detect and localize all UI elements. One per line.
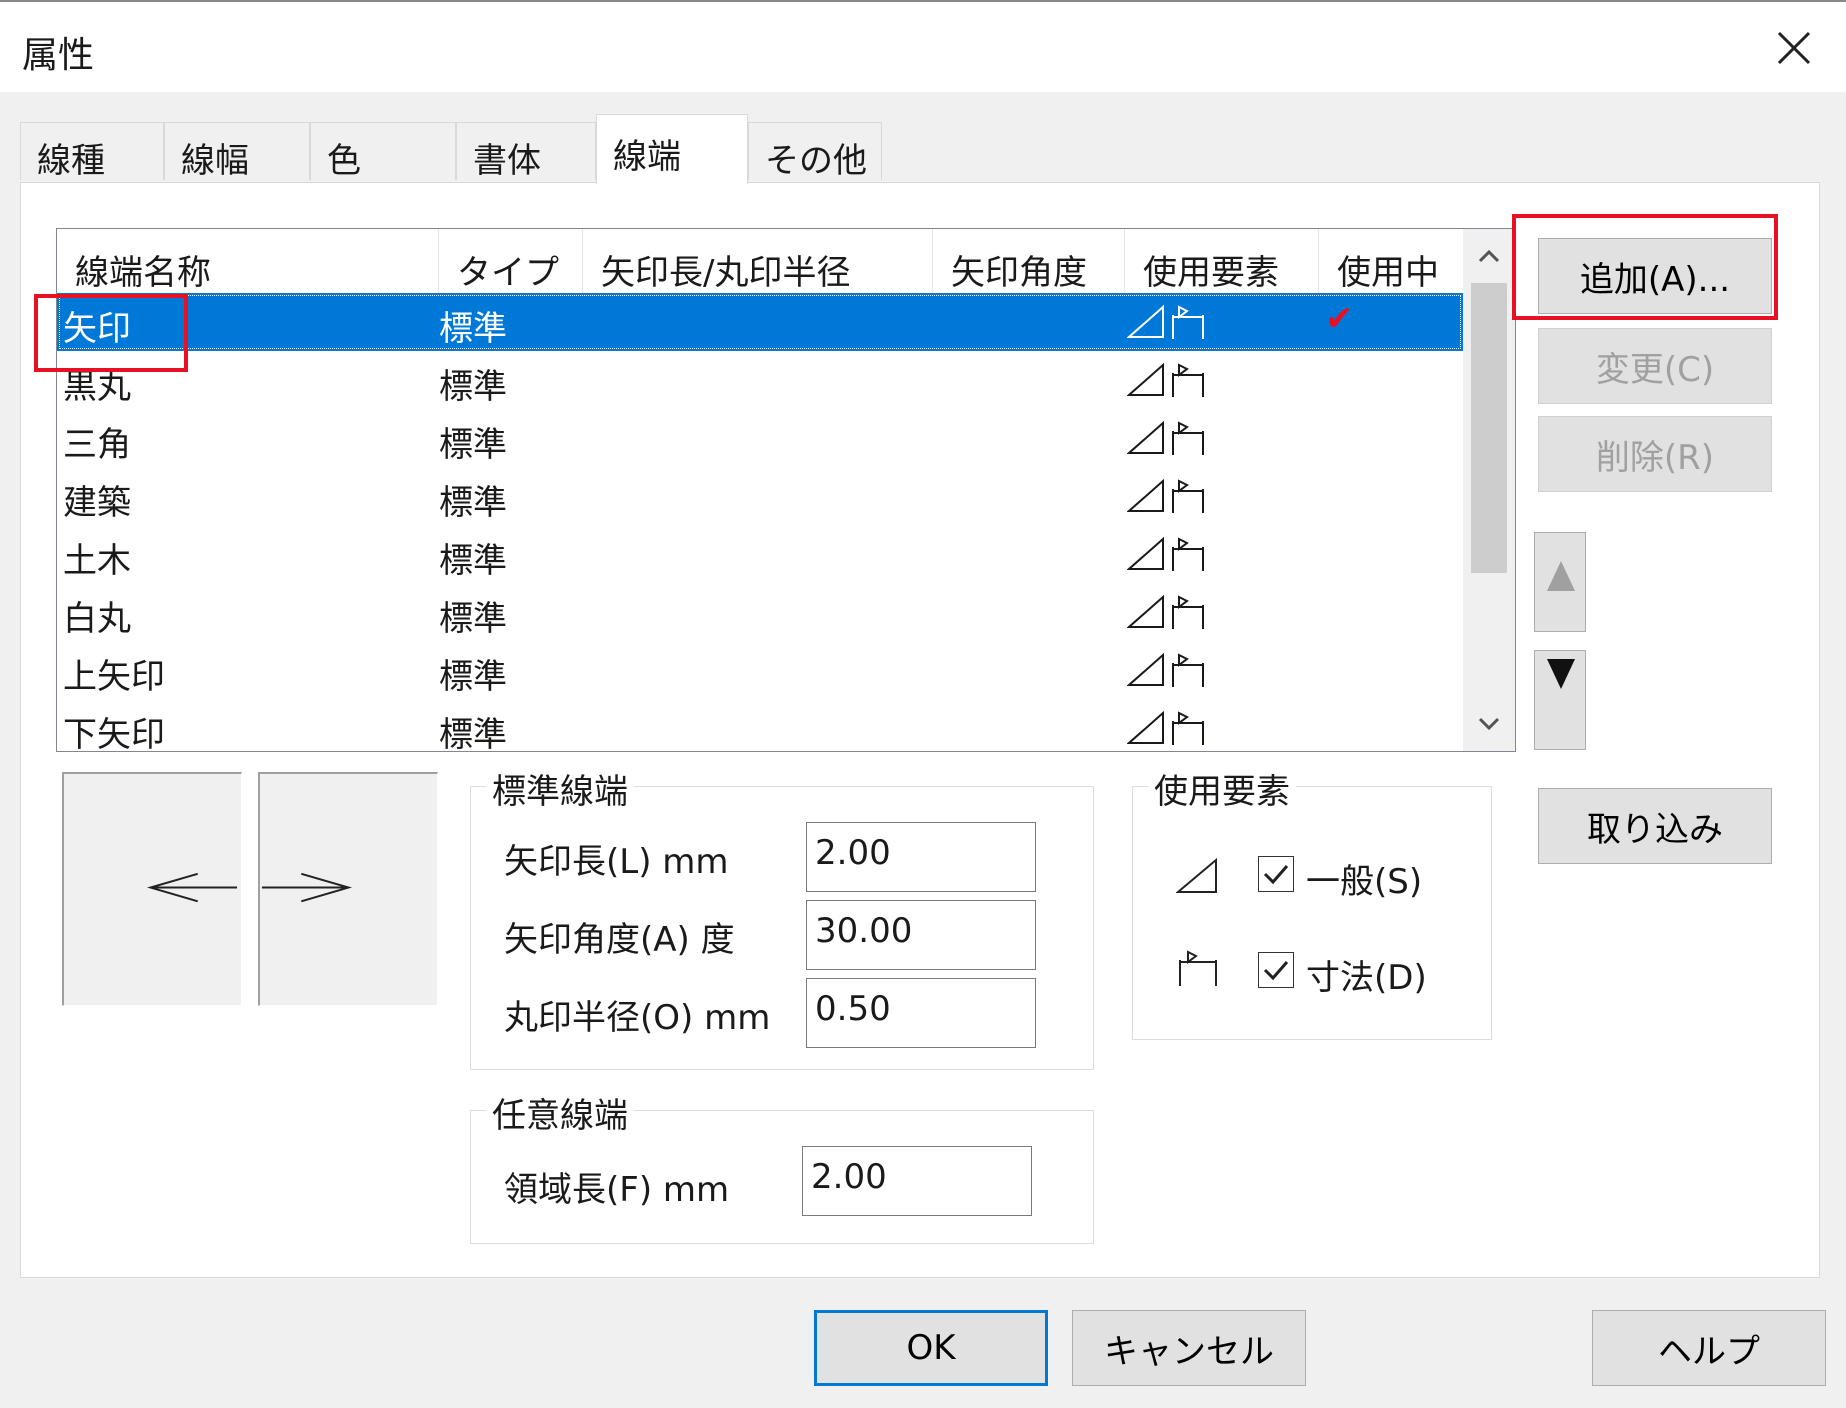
list-row[interactable]: 三角 標準 — [57, 409, 1463, 467]
dimension-element-icon — [1176, 948, 1220, 992]
column-header-arrow-length[interactable]: 矢印長/丸印半径 — [583, 229, 933, 293]
row-name: 上矢印 — [63, 657, 165, 697]
column-header-use-elements[interactable]: 使用要素 — [1125, 229, 1319, 293]
column-header-arrow-angle[interactable]: 矢印角度 — [933, 229, 1125, 293]
row-type: 標準 — [439, 309, 507, 349]
list-row[interactable]: 土木 標準 — [57, 525, 1463, 583]
tab-line-end[interactable]: 線端 — [596, 114, 748, 184]
row-elements-icon — [1126, 593, 1207, 640]
tab-font[interactable]: 書体 — [456, 122, 596, 181]
arrow-angle-field[interactable]: 30.00 — [806, 900, 1036, 970]
row-type: 標準 — [439, 483, 507, 523]
ok-button[interactable]: OK — [814, 1310, 1048, 1386]
list-row[interactable]: 黒丸 標準 — [57, 351, 1463, 409]
import-button[interactable]: 取り込み — [1538, 788, 1772, 864]
window-title: 属性 — [22, 35, 95, 76]
left-arrow-icon — [147, 872, 238, 903]
list-row[interactable]: 建築 標準 — [57, 467, 1463, 525]
area-length-label: 領域長(F) mm — [504, 1170, 730, 1210]
preview-left-arrow — [62, 772, 242, 1006]
triangle-down-icon — [1547, 659, 1575, 689]
column-header-name[interactable]: 線端名称 — [57, 229, 439, 293]
general-checkbox[interactable] — [1258, 856, 1294, 892]
move-up-button[interactable] — [1534, 532, 1586, 632]
row-elements-icon — [1126, 477, 1207, 524]
column-header-type[interactable]: タイプ — [439, 229, 583, 293]
move-down-button[interactable] — [1534, 650, 1586, 750]
list-row[interactable]: 白丸 標準 — [57, 583, 1463, 641]
row-name: 建築 — [63, 483, 131, 523]
line-end-list[interactable]: 線端名称 タイプ 矢印長/丸印半径 矢印角度 使用要素 使用中 矢印 標準 ✔ 黒丸標… — [56, 228, 1516, 752]
tab-line-width[interactable]: 線幅 — [164, 122, 310, 181]
row-name: 土木 — [63, 541, 131, 581]
chevron-up-icon — [1478, 249, 1500, 263]
checkmark-icon — [1263, 961, 1289, 981]
tab-other[interactable]: その他 — [748, 122, 882, 181]
preview-right-arrow — [258, 772, 438, 1006]
row-type: 標準 — [439, 425, 507, 465]
use-elements-title: 使用要素 — [1148, 764, 1296, 813]
row-elements-icon — [1126, 303, 1207, 350]
list-row[interactable]: 矢印 標準 ✔ — [57, 293, 1463, 351]
row-type: 標準 — [439, 657, 507, 697]
tab-line-type[interactable]: 線種 — [20, 122, 164, 181]
row-type: 標準 — [439, 599, 507, 639]
row-name: 下矢印 — [63, 715, 165, 752]
list-row[interactable]: 下矢印 標準 — [57, 699, 1463, 752]
general-element-icon — [1175, 856, 1220, 900]
area-length-field[interactable]: 2.00 — [802, 1146, 1032, 1216]
scroll-down-button[interactable] — [1463, 697, 1515, 751]
change-button[interactable]: 変更(C) — [1538, 328, 1772, 404]
arrow-length-field[interactable]: 2.00 — [806, 822, 1036, 892]
close-button[interactable] — [1762, 16, 1826, 80]
circle-radius-field[interactable]: 0.50 — [806, 978, 1036, 1048]
help-button[interactable]: ヘルプ — [1592, 1310, 1826, 1386]
column-header-in-use[interactable]: 使用中 — [1319, 229, 1463, 293]
chevron-down-icon — [1478, 717, 1500, 731]
row-type: 標準 — [439, 367, 507, 407]
highlight-box-selected-row — [34, 294, 188, 372]
list-scrollbar[interactable] — [1463, 229, 1515, 751]
row-name: 白丸 — [63, 599, 131, 639]
row-elements-icon — [1126, 361, 1207, 408]
row-elements-icon — [1126, 419, 1207, 466]
row-elements-icon — [1126, 709, 1207, 751]
use-elements-group — [1132, 786, 1492, 1040]
right-arrow-icon — [261, 872, 353, 903]
custom-end-title: 任意線端 — [486, 1088, 634, 1137]
highlight-box-add-button — [1512, 214, 1778, 320]
list-row[interactable]: 上矢印 標準 — [57, 641, 1463, 699]
checkmark-icon — [1263, 865, 1289, 885]
scroll-thumb[interactable] — [1471, 283, 1507, 573]
arrow-angle-label: 矢印角度(A) 度 — [504, 920, 735, 960]
cancel-button[interactable]: キャンセル — [1072, 1310, 1306, 1386]
row-type: 標準 — [439, 715, 507, 752]
dimension-checkbox[interactable] — [1258, 952, 1294, 988]
scroll-up-button[interactable] — [1463, 229, 1515, 283]
standard-end-title: 標準線端 — [486, 764, 634, 813]
close-icon — [1777, 31, 1811, 65]
row-in-use-check: ✔ — [1325, 299, 1354, 339]
row-elements-icon — [1126, 535, 1207, 582]
delete-button[interactable]: 削除(R) — [1538, 416, 1772, 492]
title-bar: 属性 — [0, 0, 1846, 92]
tab-color[interactable]: 色 — [310, 122, 456, 181]
row-elements-icon — [1126, 651, 1207, 698]
row-name: 三角 — [63, 425, 131, 465]
arrow-length-label: 矢印長(L) mm — [504, 842, 729, 882]
general-checkbox-label[interactable]: 一般(S) — [1306, 854, 1422, 903]
dimension-checkbox-label[interactable]: 寸法(D) — [1306, 950, 1427, 999]
circle-radius-label: 丸印半径(O) mm — [504, 998, 771, 1038]
triangle-up-icon — [1547, 561, 1575, 591]
row-type: 標準 — [439, 541, 507, 581]
